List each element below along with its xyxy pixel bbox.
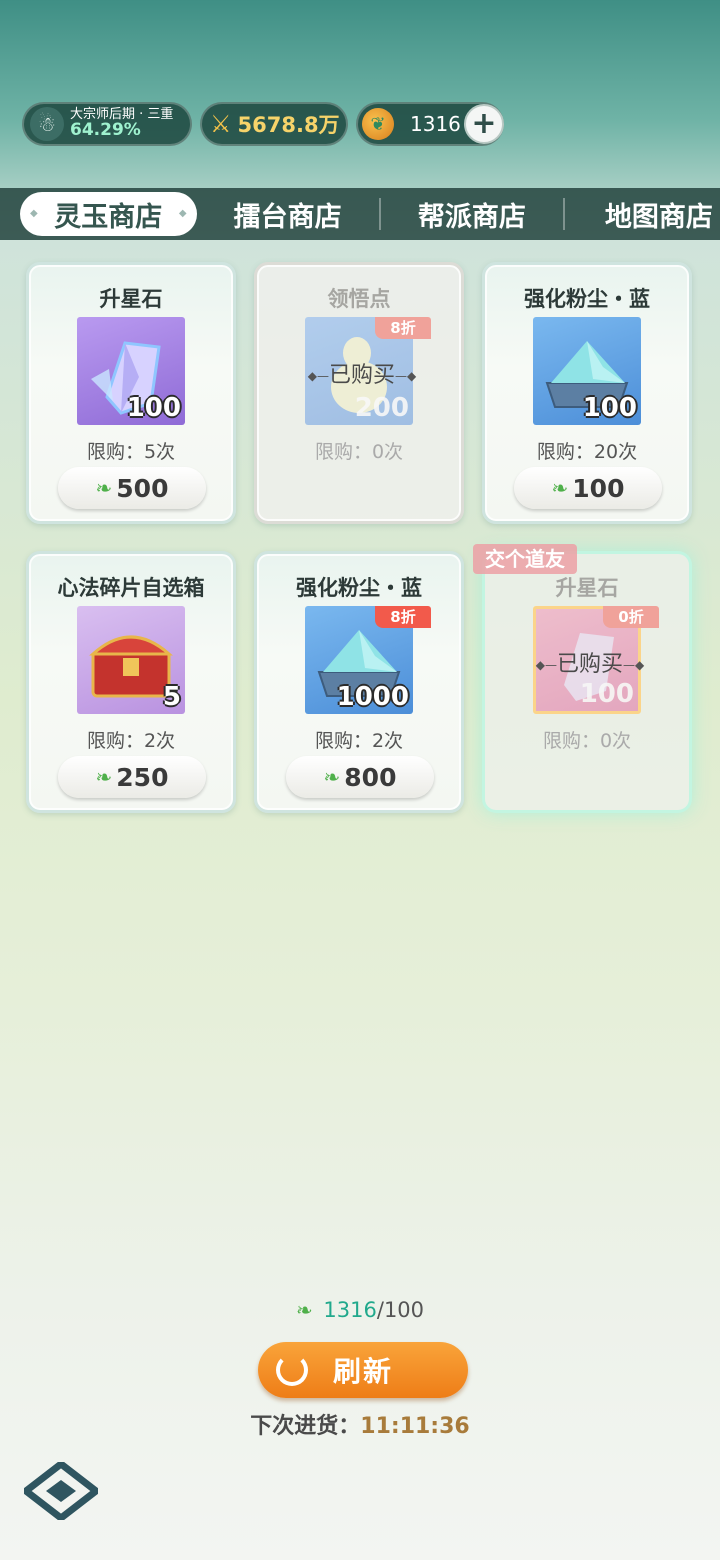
jade-leaf-icon: ❧ [323, 765, 341, 789]
discount-badge: 8折 [375, 317, 431, 339]
purchase-limit: 限购：0次 [542, 730, 632, 752]
friend-promo-tag: 交个道友 [473, 544, 577, 574]
item-quantity: 100 [126, 393, 181, 423]
item-thumbnail: 100 [77, 317, 185, 425]
restock-timer: 下次进货：11:11:36 [0, 1408, 720, 1440]
add-jade-button[interactable]: + [464, 104, 504, 144]
restock-time: 11:11:36 [360, 1414, 470, 1439]
shop-item-card[interactable]: 升星石 100 限购：5次 ❧ 500 [26, 262, 236, 524]
refresh-button[interactable]: 刷新 [258, 1342, 468, 1398]
combat-power[interactable]: ⚔ 5678.8万 [200, 102, 348, 146]
refresh-icon [276, 1354, 308, 1386]
buy-button[interactable]: ❧ 800 [286, 756, 434, 798]
purchase-limit: 限购：2次 [314, 730, 404, 752]
item-price: 100 [572, 473, 625, 503]
jade-coin-icon: ❦ [362, 108, 394, 140]
jade-currency[interactable]: ❦ 1316 + [356, 102, 504, 146]
shop-item-card[interactable]: 领悟点 200 8折 已购买 限购：0次 [254, 262, 464, 524]
item-quantity: 200 [354, 393, 409, 423]
jade-leaf-icon: ❧ [295, 1298, 313, 1322]
item-price: 250 [116, 762, 169, 792]
purchased-label: 已购买 [515, 646, 665, 678]
balance-current: 1316 [323, 1298, 377, 1322]
item-thumbnail: 100 [533, 317, 641, 425]
rank-percent: 64.29% [70, 119, 141, 140]
purchase-limit: 限购：0次 [314, 441, 404, 463]
shop-item-card[interactable]: 交个道友 升星石 100 0折 已购买 限购：0次 [473, 544, 692, 813]
combat-power-value: 5678.8万 [237, 113, 340, 137]
rank-info: 大宗师后期 · 三重 64.29% [70, 108, 173, 139]
jade-leaf-icon: ❧ [95, 476, 113, 500]
item-name: 强化粉尘・蓝 [524, 287, 650, 311]
buy-button[interactable]: ❧ 100 [514, 467, 662, 509]
discount-badge: 8折 [375, 606, 431, 628]
tab-arena-shop[interactable]: 擂台商店 [197, 188, 379, 240]
tab-guild-shop[interactable]: 帮派商店 [381, 188, 563, 240]
item-price: 500 [116, 473, 169, 503]
shop-item-card[interactable]: 强化粉尘・蓝 100 限购：20次 ❧ 100 [482, 262, 692, 524]
jade-leaf-icon: ❧ [95, 765, 113, 789]
balance-total: 100 [383, 1298, 425, 1322]
refresh-label: 刷新 [332, 1355, 393, 1388]
item-name: 心法碎片自选箱 [57, 576, 205, 600]
buy-button[interactable]: ❧ 250 [58, 756, 206, 798]
item-thumbnail: 5 [77, 606, 185, 714]
balance-separator: / [376, 1298, 384, 1322]
rank-badge[interactable]: ☃ 大宗师后期 · 三重 64.29% [22, 102, 192, 146]
item-price: 800 [344, 762, 397, 792]
shop-item-card[interactable]: 心法碎片自选箱 5 限购：2次 ❧ 250 [26, 551, 236, 813]
item-name: 升星石 [555, 576, 619, 600]
discount-badge: 0折 [603, 606, 659, 628]
tab-jade-shop[interactable]: 灵玉商店 [20, 192, 197, 236]
shop-item-card[interactable]: 强化粉尘・蓝 1000 8折 限购：2次 ❧ 800 [254, 551, 464, 813]
purchase-limit: 限购：5次 [86, 441, 176, 463]
avatar-icon: ☃ [30, 107, 64, 141]
refresh-cost: ❧ 1316/100 [0, 1298, 720, 1322]
purchased-label: 已购买 [287, 357, 437, 389]
item-quantity: 1000 [336, 682, 409, 712]
restock-label: 下次进货： [250, 1414, 361, 1439]
status-bar: ☃ 大宗师后期 · 三重 64.29% ⚔ 5678.8万 ❦ 1316 + [22, 100, 504, 148]
item-name: 领悟点 [327, 287, 391, 311]
purchase-limit: 限购：2次 [86, 730, 176, 752]
jade-value: 1316 [410, 112, 461, 136]
crossed-swords-icon: ⚔ [210, 110, 232, 138]
item-quantity: 5 [162, 682, 181, 712]
item-name: 升星石 [99, 287, 163, 311]
item-quantity: 100 [582, 393, 637, 423]
shop-tab-bar: 灵玉商店 擂台商店 帮派商店 地图商店 [0, 188, 720, 240]
jade-leaf-icon: ❧ [551, 476, 569, 500]
item-name: 强化粉尘・蓝 [296, 576, 422, 600]
tab-map-shop[interactable]: 地图商店 [565, 188, 720, 240]
buy-button[interactable]: ❧ 500 [58, 467, 206, 509]
item-quantity: 100 [579, 679, 634, 709]
purchase-limit: 限购：20次 [536, 441, 638, 463]
menu-icon[interactable] [24, 1462, 98, 1520]
